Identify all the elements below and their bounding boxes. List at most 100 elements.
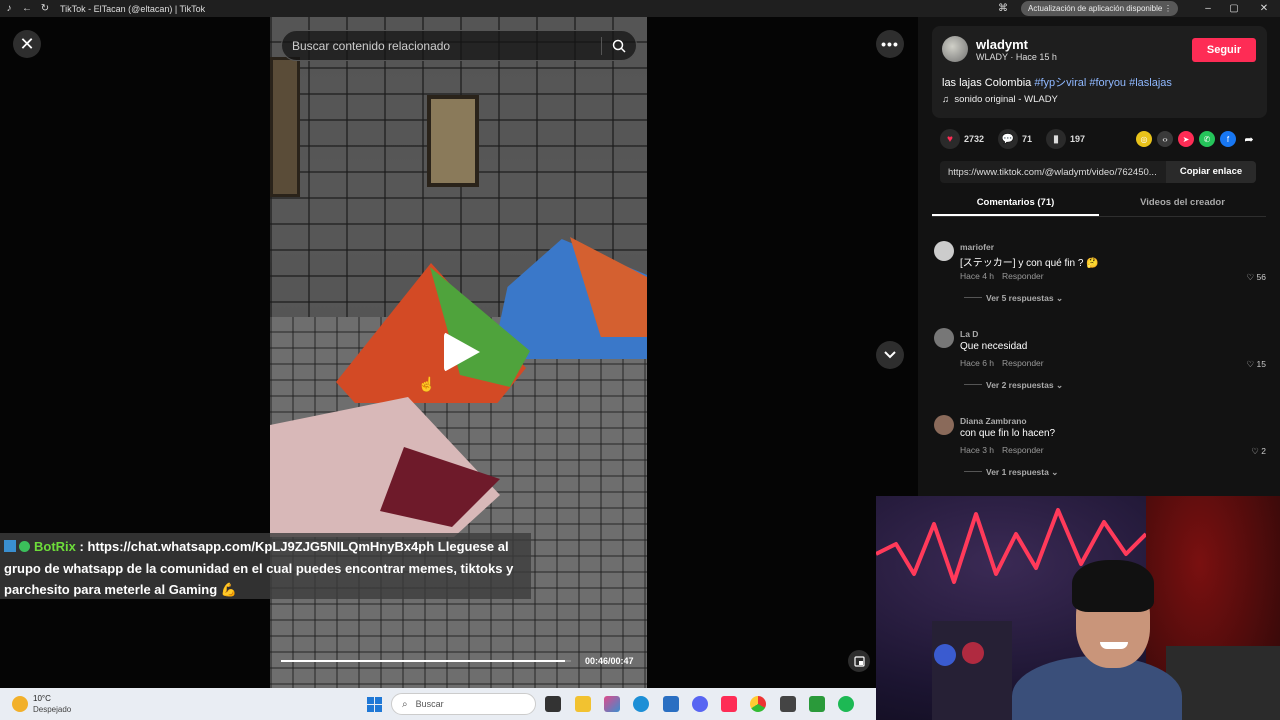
whatsapp-icon[interactable]: ✆	[1199, 131, 1215, 147]
minimize-icon[interactable]: –	[1196, 0, 1220, 17]
tab-creator-videos[interactable]: Videos del creador	[1099, 194, 1266, 216]
discord-icon[interactable]	[692, 696, 708, 712]
more-options-button[interactable]: •••	[876, 30, 904, 58]
creator-name[interactable]: wladymt	[976, 37, 1028, 52]
windows-start-icon[interactable]	[367, 697, 382, 712]
heart-outline-icon: ♡	[1251, 446, 1259, 456]
hashtag-link[interactable]: #fypシviral	[1034, 77, 1086, 89]
like-count: 2732	[964, 134, 985, 144]
heart-icon: ♥	[940, 129, 960, 149]
back-icon[interactable]: ←	[18, 3, 36, 14]
search-input[interactable]	[282, 38, 601, 53]
comment-like-button[interactable]: ♡ 15	[1247, 359, 1266, 370]
maximize-icon[interactable]: ▢	[1222, 0, 1246, 17]
view-replies-label: Ver 2 respuestas	[986, 380, 1054, 390]
next-video-button[interactable]	[876, 341, 904, 369]
view-replies-button[interactable]: Ver 5 respuestas ⌄	[964, 293, 1063, 304]
search-button[interactable]	[602, 31, 636, 60]
video-progress-bar[interactable]	[281, 660, 571, 662]
tab-comments[interactable]: Comentarios (71)	[932, 194, 1099, 216]
webcam-decor	[962, 642, 984, 664]
comment-username[interactable]: La D	[960, 329, 978, 339]
comment-avatar[interactable]	[934, 241, 954, 261]
facebook-icon[interactable]: f	[1220, 131, 1236, 147]
comment-button[interactable]: 💬 71	[998, 129, 1032, 149]
creator-subtitle: WLADY · Hace 15 h	[976, 52, 1057, 62]
comment-time: Hace 4 h	[960, 271, 995, 281]
coin-icon[interactable]: ◎	[1136, 131, 1152, 147]
video-progress-fill	[281, 660, 565, 662]
comment-text: [ステッカー] y con qué fin ? 🤔	[960, 258, 1099, 269]
embed-icon[interactable]: ‹›	[1157, 131, 1173, 147]
reply-button[interactable]: Responder	[1002, 445, 1044, 455]
weather-moon-icon[interactable]	[12, 696, 28, 712]
like-button[interactable]: ♥ 2732	[940, 129, 984, 149]
comment-avatar[interactable]	[934, 415, 954, 435]
save-count: 197	[1070, 134, 1086, 144]
view-replies-button[interactable]: Ver 1 respuesta ⌄	[964, 467, 1058, 478]
update-badge[interactable]: Actualización de aplicación disponible ⋮	[1021, 1, 1178, 16]
comment-like-button[interactable]: ♡ 56	[1247, 272, 1266, 283]
view-replies-label: Ver 1 respuesta	[986, 467, 1049, 477]
reload-icon[interactable]: ↻	[36, 3, 54, 14]
obs-icon[interactable]	[780, 696, 796, 712]
comment-like-count: 56	[1256, 272, 1266, 282]
reply-button[interactable]: Responder	[1002, 358, 1044, 368]
comment-text: Que necesidad	[960, 341, 1028, 352]
hashtag-link[interactable]: #laslajas	[1129, 77, 1172, 89]
send-icon[interactable]: ➤	[1178, 131, 1194, 147]
translate-icon[interactable]: ⌘	[994, 3, 1012, 14]
chat-message: : https://chat.whatsapp.com/KpLJ9ZJG5NIL…	[4, 539, 514, 597]
save-button[interactable]: ▮ 197	[1046, 129, 1085, 149]
update-text: Actualización de aplicación disponible	[1028, 4, 1163, 13]
comment-like-button[interactable]: ♡ 2	[1251, 446, 1266, 457]
video-url[interactable]: https://www.tiktok.com/@wladymt/video/76…	[940, 167, 1166, 178]
comment-meta: Hace 4 h Responder	[960, 271, 1052, 281]
spotify-icon[interactable]	[838, 696, 854, 712]
screen: ♪ ← ↻ TikTok - ElTacan (@eltacan) | TikT…	[0, 0, 1280, 720]
browser-titlebar: ♪ ← ↻ TikTok - ElTacan (@eltacan) | TikT…	[0, 0, 1280, 17]
sound-link[interactable]: ♫ sonido original - WLADY	[942, 94, 1058, 105]
follow-button[interactable]: Seguir	[1192, 38, 1256, 62]
file-explorer-icon[interactable]	[575, 696, 591, 712]
task-view-icon[interactable]	[545, 696, 561, 712]
chat-username: BotRix	[34, 539, 76, 554]
taskbar-search-label: Buscar	[415, 699, 444, 709]
weather-desc: Despejado	[33, 705, 72, 714]
comment-like-count: 15	[1256, 359, 1266, 369]
weather-temp: 10°C	[33, 694, 51, 703]
video-caption: las lajas Colombia #fypシviral #foryou #l…	[942, 74, 1172, 90]
pip-icon	[853, 655, 865, 667]
copy-link-button[interactable]: Copiar enlace	[1166, 161, 1256, 183]
pip-button[interactable]	[848, 650, 870, 672]
related-search-bar[interactable]	[281, 30, 637, 61]
caption-text: las lajas Colombia	[942, 77, 1032, 89]
copilot-icon[interactable]	[604, 696, 620, 712]
comment-username[interactable]: Diana Zambrano	[960, 416, 1027, 426]
store-icon[interactable]	[663, 696, 679, 712]
comment-meta: Hace 3 h Responder	[960, 445, 1052, 455]
comment-username[interactable]: mariofer	[960, 242, 994, 252]
edge-icon[interactable]	[633, 696, 649, 712]
comment-avatar[interactable]	[934, 328, 954, 348]
close-video-button[interactable]: ✕	[13, 30, 41, 58]
tiktok-app-icon[interactable]	[721, 696, 737, 712]
chrome-icon[interactable]	[750, 696, 766, 712]
view-replies-button[interactable]: Ver 2 respuestas ⌄	[964, 380, 1063, 391]
webcam-letter-decor	[888, 612, 908, 642]
play-icon[interactable]	[444, 332, 480, 372]
sound-label: sonido original - WLADY	[954, 94, 1058, 105]
reply-button[interactable]: Responder	[1002, 271, 1044, 281]
creator-avatar[interactable]	[942, 36, 968, 62]
chevron-down-icon: ⌄	[1055, 380, 1064, 390]
close-window-icon[interactable]: ✕	[1252, 0, 1276, 17]
xbox-icon[interactable]	[809, 696, 825, 712]
taskbar-search[interactable]: ⌕ Buscar	[391, 693, 536, 715]
webcam-chair	[1166, 646, 1280, 720]
video-scene-picture	[427, 95, 479, 187]
comment-time: Hace 6 h	[960, 358, 995, 368]
comment-count: 71	[1022, 134, 1033, 144]
share-arrow-icon[interactable]: ➦	[1241, 131, 1257, 147]
hashtag-link[interactable]: #foryou	[1089, 77, 1126, 89]
search-icon	[612, 39, 626, 53]
